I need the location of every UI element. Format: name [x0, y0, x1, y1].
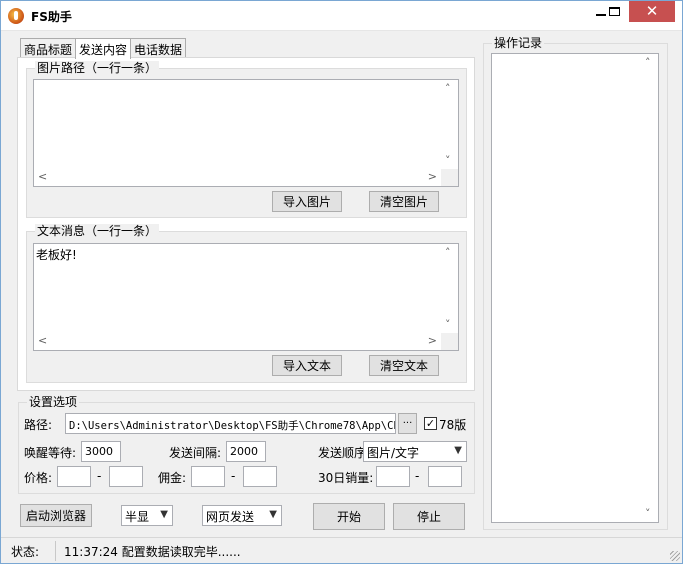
scroll-corner — [441, 169, 458, 186]
send-interval-input[interactable]: 2000 — [226, 441, 266, 462]
clear-images-button[interactable]: 清空图片 — [369, 191, 439, 212]
resize-grip-icon[interactable] — [670, 551, 680, 561]
send-mode-select[interactable]: 网页发送 ▼ — [202, 505, 282, 526]
display-mode-value: 半显 — [125, 510, 150, 524]
operation-log-title: 操作记录 — [492, 36, 545, 50]
chevron-down-icon: ▼ — [269, 509, 277, 520]
launch-browser-button[interactable]: 启动浏览器 — [20, 504, 92, 527]
clear-text-button[interactable]: 清空文本 — [369, 355, 439, 376]
chevron-down-icon: ▼ — [160, 509, 168, 520]
sales-max-input[interactable] — [428, 466, 462, 487]
sales-min-input[interactable] — [376, 466, 410, 487]
price-min-input[interactable] — [57, 466, 91, 487]
price-dash: - — [97, 469, 102, 483]
commission-dash: - — [231, 469, 236, 483]
app-window: FS助手 ✕ 商品标题 发送内容 电话数据 图片路径（一行一条） ˄ ˅ < >… — [0, 0, 683, 564]
send-mode-value: 网页发送 — [206, 510, 255, 524]
maximize-icon — [608, 7, 620, 16]
chevron-down-icon: ▼ — [454, 445, 462, 456]
status-separator — [55, 541, 56, 561]
image-path-textarea[interactable]: ˄ ˅ < > — [33, 79, 459, 187]
log-vscrollbar[interactable]: ˄ ˅ — [641, 54, 658, 522]
stop-button[interactable]: 停止 — [393, 503, 465, 530]
status-message: 11:37:24 配置数据读取完毕...... — [64, 545, 241, 559]
commission-min-input[interactable] — [191, 466, 225, 487]
text-message-hscrollbar[interactable]: < > — [34, 333, 441, 350]
price-label: 价格: — [24, 471, 53, 485]
scroll-up-icon[interactable]: ˄ — [445, 247, 451, 258]
close-icon: ✕ — [645, 2, 659, 20]
wake-wait-input[interactable]: 3000 — [81, 441, 121, 462]
sales-30d-label: 30日销量: — [318, 471, 374, 485]
version-78-label: 78版 — [439, 418, 467, 432]
import-images-button[interactable]: 导入图片 — [272, 191, 342, 212]
sales-dash: - — [415, 469, 420, 483]
text-message-text: 老板好! — [36, 248, 77, 262]
scroll-corner — [441, 333, 458, 350]
send-order-select[interactable]: 图片/文字 ▼ — [363, 441, 467, 462]
maximize-button[interactable] — [599, 1, 629, 22]
path-input[interactable]: D:\Users\Administrator\Desktop\FS助手\Chro… — [65, 413, 396, 434]
scroll-down-icon[interactable]: ˅ — [645, 508, 651, 519]
scroll-left-icon[interactable]: < — [38, 171, 47, 182]
start-button[interactable]: 开始 — [313, 503, 385, 530]
commission-label: 佣金: — [158, 471, 187, 485]
send-interval-label: 发送间隔: — [169, 446, 222, 460]
scroll-down-icon[interactable]: ˅ — [445, 319, 451, 330]
scroll-left-icon[interactable]: < — [38, 335, 47, 346]
tab-phone-data[interactable]: 电话数据 — [130, 38, 187, 58]
text-message-textarea[interactable]: 老板好! ˄ ˅ < > — [33, 243, 459, 351]
text-message-vscrollbar[interactable]: ˄ ˅ — [441, 244, 458, 333]
title-bar[interactable]: FS助手 ✕ — [1, 1, 682, 31]
scroll-right-icon[interactable]: > — [428, 335, 437, 346]
close-button[interactable]: ✕ — [629, 1, 675, 22]
text-message-group-title: 文本消息（一行一条） — [35, 224, 160, 238]
image-path-vscrollbar[interactable]: ˄ ˅ — [441, 80, 458, 169]
operation-log-textarea[interactable]: ˄ ˅ — [491, 53, 659, 523]
price-max-input[interactable] — [109, 466, 143, 487]
scroll-down-icon[interactable]: ˅ — [445, 155, 451, 166]
path-label: 路径: — [24, 418, 53, 432]
send-order-value: 图片/文字 — [367, 446, 420, 460]
tab-product-title[interactable]: 商品标题 — [20, 38, 77, 58]
browse-button[interactable]: ··· — [398, 413, 417, 434]
status-label: 状态: — [11, 545, 40, 559]
scroll-up-icon[interactable]: ˄ — [445, 83, 451, 94]
scroll-up-icon[interactable]: ˄ — [645, 57, 651, 68]
tab-send-content[interactable]: 发送内容 — [75, 38, 132, 59]
display-mode-select[interactable]: 半显 ▼ — [121, 505, 173, 526]
app-logo-icon — [8, 8, 24, 24]
commission-max-input[interactable] — [243, 466, 277, 487]
settings-group-title: 设置选项 — [27, 395, 80, 409]
scroll-right-icon[interactable]: > — [428, 171, 437, 182]
wake-wait-label: 唤醒等待: — [24, 446, 77, 460]
import-text-button[interactable]: 导入文本 — [272, 355, 342, 376]
window-title: FS助手 — [31, 10, 72, 24]
tab-strip: 商品标题 发送内容 电话数据 — [20, 38, 187, 59]
image-path-group-title: 图片路径（一行一条） — [35, 61, 160, 75]
version-78-checkbox[interactable]: ✓ — [424, 417, 437, 430]
status-bar: 状态: 11:37:24 配置数据读取完毕...... — [1, 537, 682, 563]
image-path-hscrollbar[interactable]: < > — [34, 169, 441, 186]
